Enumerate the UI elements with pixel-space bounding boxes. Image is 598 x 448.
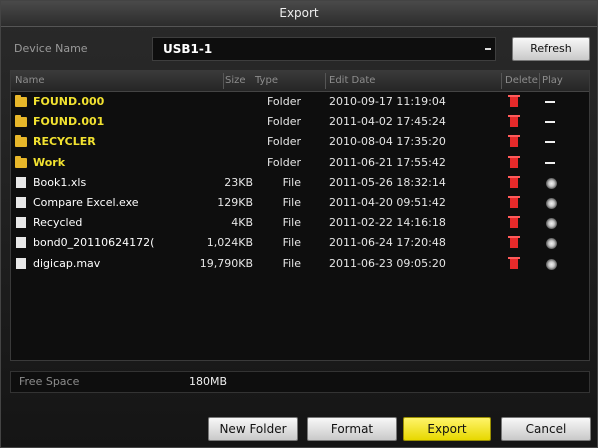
new-folder-button[interactable]: New Folder: [208, 417, 298, 441]
row-edit-date: 2011-04-02 17:45:24: [329, 115, 446, 129]
trash-icon[interactable]: [508, 175, 520, 188]
device-select-value: USB1-1: [163, 42, 213, 56]
free-space-row: Free Space 180MB: [10, 371, 590, 393]
file-icon: [16, 176, 26, 188]
file-list-header: Name Size Type Edit Date Delete Play: [11, 71, 589, 92]
header-edit-date[interactable]: Edit Date: [329, 71, 375, 91]
header-divider: [539, 73, 540, 89]
export-button[interactable]: Export: [403, 417, 491, 441]
row-size: 23KB: [224, 175, 253, 189]
table-row[interactable]: Compare Excel.exe 129KB File 2011-04-20 09:…: [11, 193, 589, 213]
table-row[interactable]: Work Folder 2011-06-21 17:55:42: [11, 153, 589, 173]
refresh-button[interactable]: Refresh: [512, 37, 590, 61]
free-space-label: Free Space: [19, 375, 80, 388]
header-divider: [325, 73, 326, 89]
row-edit-date: 2011-04-20 09:51:42: [329, 196, 446, 209]
header-play: Play: [542, 75, 563, 86]
header-size[interactable]: Size: [225, 71, 246, 91]
button-bar: New Folder Format Export Cancel: [1, 411, 597, 447]
play-icon[interactable]: [546, 198, 557, 209]
row-size: [161, 92, 253, 112]
row-edit-date: 2011-02-22 14:16:18: [329, 216, 446, 230]
header-delete: Delete: [505, 75, 538, 86]
trash-icon[interactable]: [508, 236, 520, 249]
file-list[interactable]: Name Size Type Edit Date Delete Play FOU…: [10, 70, 590, 361]
play-icon[interactable]: [546, 238, 557, 250]
cancel-button[interactable]: Cancel: [501, 417, 591, 441]
row-edit-date: 2011-06-24 17:20:48: [329, 236, 446, 250]
table-row[interactable]: Recycled 4KB File 2011-02-22 14:16:18: [11, 213, 589, 233]
export-dialog: Export Device Name USB1-1 Refresh Name S…: [0, 0, 598, 448]
device-name-label: Device Name: [14, 42, 88, 55]
header-divider: [501, 73, 502, 89]
table-row[interactable]: digicap.mav 19,790KB File 2011-06-23 09:05:…: [11, 254, 589, 274]
header-type[interactable]: Type: [255, 71, 278, 91]
header-name[interactable]: Name: [15, 71, 45, 91]
table-row[interactable]: bond0_20110624172(1,024KB File 2011-06-24 …: [11, 233, 589, 253]
row-type: Folder: [267, 135, 301, 149]
row-size: 129KB: [217, 196, 253, 209]
folder-icon: [15, 135, 27, 148]
row-type: File: [282, 256, 301, 270]
dash-icon: [545, 141, 555, 144]
free-space-value: 180MB: [189, 375, 228, 388]
row-edit-date: 2011-05-26 18:32:14: [329, 175, 446, 189]
play-icon[interactable]: [546, 177, 557, 189]
row-size: [161, 112, 253, 132]
row-size: [161, 153, 253, 173]
row-size: 4KB: [231, 216, 253, 230]
row-type: File: [282, 175, 301, 189]
device-select[interactable]: USB1-1: [152, 37, 496, 61]
row-edit-date: 2011-06-21 17:55:42: [329, 155, 446, 169]
trash-icon[interactable]: [508, 216, 520, 229]
trash-icon[interactable]: [508, 135, 520, 148]
row-type: Folder: [267, 115, 301, 129]
file-icon: [16, 237, 26, 249]
play-icon[interactable]: [546, 218, 557, 230]
trash-icon[interactable]: [508, 95, 520, 107]
row-size: [161, 132, 253, 152]
file-icon: [16, 197, 26, 208]
dialog-title: Export: [1, 1, 597, 27]
trash-icon[interactable]: [508, 115, 520, 128]
file-icon: [16, 217, 26, 229]
folder-icon: [15, 115, 27, 128]
row-size: 1,024KB: [206, 236, 253, 250]
folder-icon: [15, 95, 27, 107]
folder-icon: [15, 155, 27, 168]
play-icon[interactable]: [546, 258, 557, 270]
dash-icon: [545, 161, 555, 164]
table-row[interactable]: RECYCLER Folder 2010-08-04 17:35:20: [11, 132, 589, 152]
dash-icon: [545, 101, 555, 103]
row-type: File: [282, 236, 301, 250]
trash-icon[interactable]: [508, 196, 520, 208]
table-row[interactable]: Book1.xls 23KB File 2011-05-26 18:32:14: [11, 173, 589, 193]
row-type: Folder: [267, 155, 301, 169]
row-type: Folder: [267, 95, 301, 108]
row-edit-date: 2010-09-17 11:19:04: [329, 95, 446, 108]
trash-icon[interactable]: [508, 155, 520, 168]
row-edit-date: 2011-06-23 09:05:20: [329, 256, 446, 270]
trash-icon[interactable]: [508, 256, 520, 269]
format-button[interactable]: Format: [307, 417, 397, 441]
row-edit-date: 2010-08-04 17:35:20: [329, 135, 446, 149]
row-type: File: [282, 216, 301, 230]
file-icon: [16, 257, 26, 269]
dash-icon: [545, 121, 555, 124]
header-divider: [223, 73, 224, 89]
row-type: File: [282, 196, 301, 209]
dropdown-arrow-icon[interactable]: [485, 48, 491, 50]
device-row: Device Name USB1-1 Refresh: [10, 37, 590, 61]
row-size: 19,790KB: [199, 256, 253, 270]
table-row[interactable]: FOUND.001 Folder 2011-04-02 17:45:24: [11, 112, 589, 132]
table-row[interactable]: FOUND.000 Folder 2010-09-17 11:19:04: [11, 92, 589, 112]
